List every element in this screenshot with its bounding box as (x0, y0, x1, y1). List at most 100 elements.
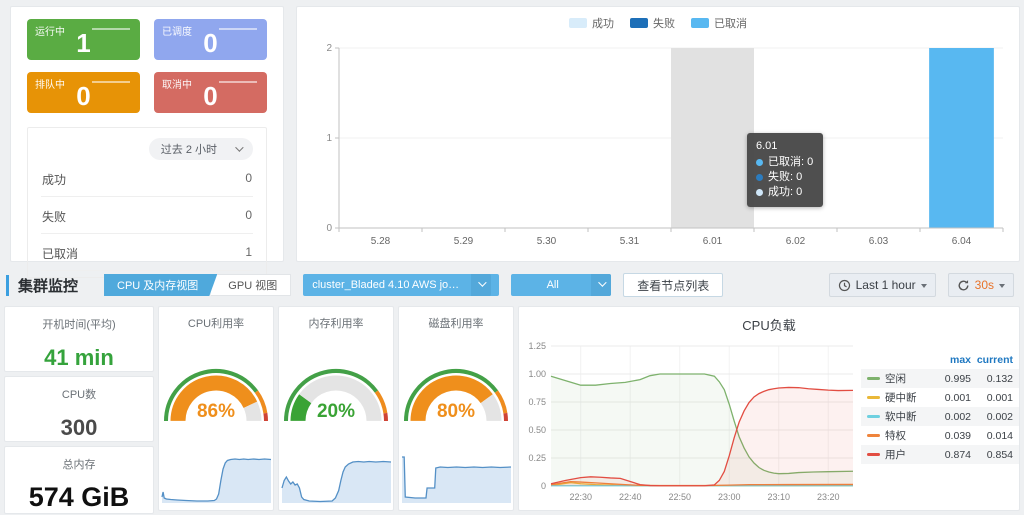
total-memory-value: 574 GiB (5, 482, 153, 513)
stat-card-label: 已调度 (162, 23, 192, 38)
job-history-chart[interactable]: 0125.285.295.305.316.016.026.036.04 (297, 32, 1013, 262)
tab-cpu-view[interactable]: CPU 及内存视图 (104, 274, 217, 296)
refresh-interval-value: 30s (975, 278, 994, 292)
legend-item-success[interactable]: 成功 (569, 15, 614, 31)
cpu-utilization-panel: CPU利用率 86% (158, 306, 274, 511)
stat-card-scheduled: 已调度 0 (154, 19, 267, 60)
tab-gpu-view[interactable]: GPU 视图 (211, 274, 291, 296)
stat-card-sparkline (219, 81, 257, 83)
memory-utilization-gauge: 20% (279, 347, 393, 427)
stat-card-label: 运行中 (35, 23, 65, 38)
legend-label: 成功 (592, 15, 614, 31)
legend-label: 失败 (653, 15, 675, 31)
tooltip-value: 0 (796, 186, 802, 198)
stat-card-cancelling: 取消中 0 (154, 72, 267, 113)
tooltip-label: 失败 (768, 171, 796, 183)
series-current: 0.014 (971, 430, 1013, 442)
stat-card-label: 取消中 (162, 76, 192, 91)
cpu-count-value: 300 (5, 415, 153, 441)
cpu-load-panel: CPU负载 00.250.500.751.001.2522:3022:4022:… (518, 306, 1020, 511)
legend-item-cancelled[interactable]: 已取消 (691, 15, 747, 31)
svg-text:0.75: 0.75 (528, 397, 546, 407)
memory-utilization-panel: 内存利用率 20% (278, 306, 394, 511)
chevron-down-icon (478, 278, 486, 286)
series-current: 0.854 (971, 449, 1013, 461)
svg-text:6.01: 6.01 (703, 236, 723, 247)
tooltip-row: 已取消0 (756, 155, 813, 170)
panel-title: 磁盘利用率 (429, 315, 484, 331)
series-current: 0.132 (971, 373, 1013, 385)
series-name: 特权 (885, 428, 906, 443)
series-name: 用户 (885, 447, 906, 462)
summary-value: 0 (245, 171, 252, 188)
svg-text:0.50: 0.50 (528, 425, 546, 435)
series-swatch-icon (867, 396, 880, 399)
series-dot-icon (756, 174, 763, 181)
legend-row[interactable]: 用户 0.8740.854 (861, 445, 1019, 464)
job-status-cards: 运行中 1 已调度 0 排队中 0 取消中 0 (27, 19, 267, 113)
svg-text:0.25: 0.25 (528, 453, 546, 463)
svg-text:0: 0 (541, 481, 546, 491)
bar-chart-legend: 成功 失败 已取消 (297, 14, 1019, 32)
series-max: 0.002 (929, 411, 971, 423)
tooltip-title: 6.01 (756, 139, 813, 154)
total-memory-panel: 总内存 574 GiB (4, 446, 154, 514)
view-node-list-button[interactable]: 查看节点列表 (623, 273, 723, 297)
panel-title: 总内存 (5, 456, 153, 472)
svg-text:2: 2 (326, 43, 332, 54)
node-filter-select[interactable]: All (511, 274, 611, 296)
svg-text:22:30: 22:30 (569, 492, 592, 502)
svg-text:6.04: 6.04 (952, 236, 972, 247)
svg-text:5.30: 5.30 (537, 236, 557, 247)
series-name: 硬中断 (885, 390, 917, 405)
svg-text:20%: 20% (317, 401, 355, 422)
series-name: 软中断 (885, 409, 917, 424)
series-max: 0.874 (929, 449, 971, 461)
refresh-control[interactable]: 30s (948, 273, 1014, 297)
cpu-load-legend-table: maxcurrent空闲0.9950.132硬中断0.0010.001软中断0.… (861, 350, 1019, 515)
node-filter-value: All (511, 279, 591, 291)
legend-item-failed[interactable]: 失败 (630, 15, 675, 31)
series-swatch-icon (867, 415, 880, 418)
cluster-stats-column: 开机时间(平均) 41 min CPU数 300 总内存 574 GiB (4, 306, 154, 511)
summary-value: 1 (245, 245, 252, 262)
series-name: 空闲 (885, 371, 906, 386)
disk-utilization-gauge: 80% (399, 347, 513, 427)
svg-text:23:00: 23:00 (718, 492, 741, 502)
cpu-load-chart[interactable]: 00.250.500.751.001.2522:3022:4022:5023:0… (519, 336, 861, 515)
legend-row[interactable]: 空闲0.9950.132 (861, 369, 1019, 388)
chevron-down-icon (598, 278, 606, 286)
series-max: 0.001 (929, 392, 971, 404)
legend-row[interactable]: 软中断0.0020.002 (861, 407, 1019, 426)
svg-text:22:50: 22:50 (668, 492, 691, 502)
stat-card-running: 运行中 1 (27, 19, 140, 60)
job-summary-box: 过去 2 小时 成功 0 失败 0 已取消 1 (27, 127, 267, 278)
summary-row-success: 成功 0 (41, 160, 253, 197)
uptime-panel: 开机时间(平均) 41 min (4, 306, 154, 372)
section-title: 集群监控 (6, 275, 78, 296)
summary-label: 已取消 (42, 245, 78, 262)
cpu-count-panel: CPU数 300 (4, 376, 154, 442)
svg-text:1: 1 (326, 133, 332, 144)
time-range-label: 过去 2 小时 (161, 141, 217, 157)
job-select[interactable]: cluster_Bladed 4.10 AWS job on 06/04/202… (303, 274, 499, 296)
stat-card-sparkline (92, 81, 130, 83)
svg-text:80%: 80% (437, 401, 475, 422)
legend-row[interactable]: 硬中断0.0010.001 (861, 388, 1019, 407)
svg-text:5.31: 5.31 (620, 236, 640, 247)
svg-text:6.02: 6.02 (786, 236, 806, 247)
time-range-picker[interactable]: Last 1 hour (829, 273, 936, 297)
time-range-select[interactable]: 过去 2 小时 (149, 138, 253, 160)
svg-text:5.28: 5.28 (371, 236, 391, 247)
job-select-value: cluster_Bladed 4.10 AWS job on 06/04/202… (303, 279, 471, 291)
legend-col-current: current (971, 354, 1013, 366)
panel-title: 内存利用率 (309, 315, 364, 331)
legend-label: 已取消 (714, 15, 747, 31)
panel-title: CPU数 (5, 386, 153, 402)
legend-row[interactable]: 特权 0.0390.014 (861, 426, 1019, 445)
svg-text:1.25: 1.25 (528, 341, 546, 351)
series-max: 0.039 (929, 430, 971, 442)
svg-text:23:20: 23:20 (817, 492, 840, 502)
svg-text:0: 0 (326, 223, 332, 234)
chart-tooltip: 6.01 已取消0 失败0 成功0 (747, 133, 823, 207)
